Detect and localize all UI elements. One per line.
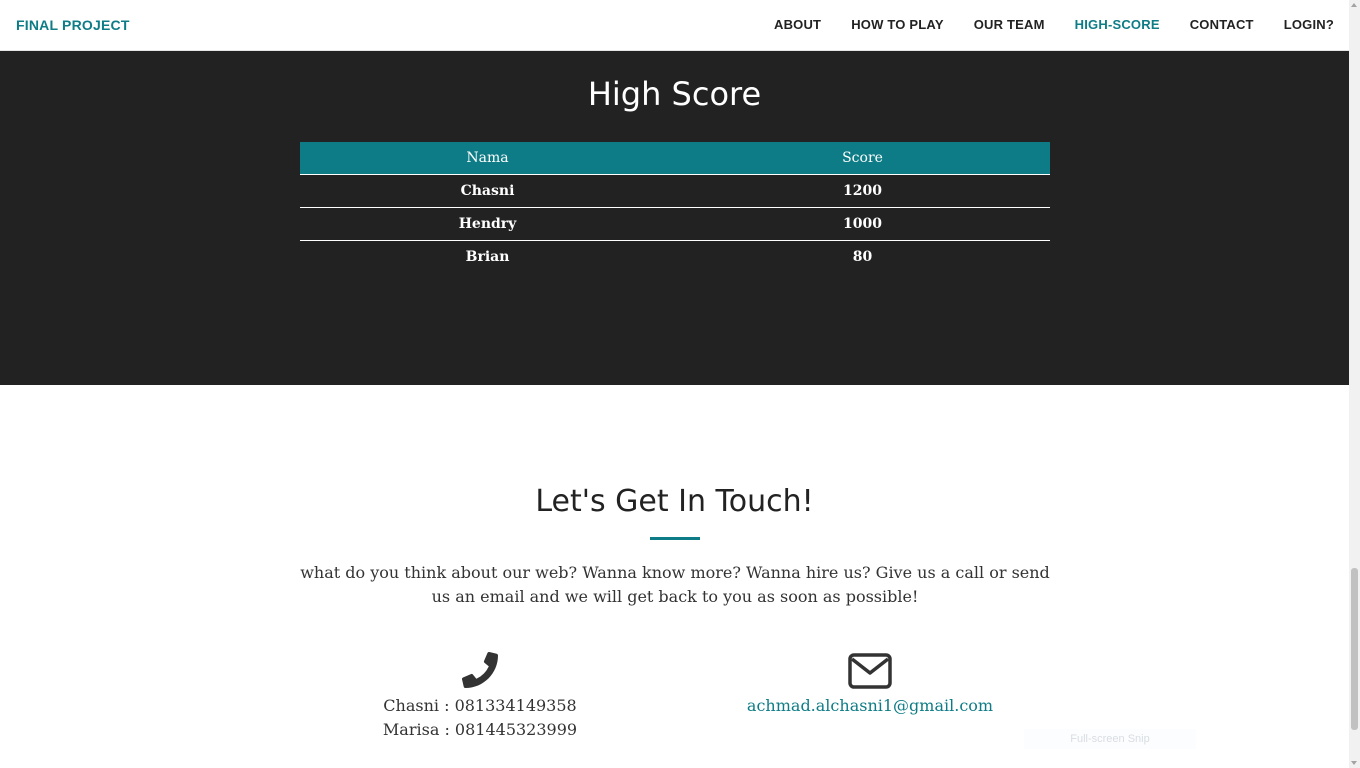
player-score: 1200 (675, 174, 1050, 208)
nav-link-about[interactable]: ABOUT (774, 17, 821, 32)
high-score-section: High Score Nama Score Chasni 1200 Hendry… (0, 51, 1349, 385)
high-score-title: High Score (587, 75, 762, 113)
phone-icon (462, 652, 498, 688)
column-header-score: Score (675, 142, 1050, 175)
high-score-table: Nama Score Chasni 1200 Hendry 1000 Brian… (300, 142, 1050, 273)
player-name: Brian (465, 249, 510, 265)
nav-link-high-score[interactable]: HIGH-SCORE (1075, 17, 1160, 32)
email-link[interactable]: achmad.alchasni1@gmail.com (720, 694, 1020, 718)
scroll-thumb[interactable] (1351, 568, 1358, 730)
contact-title: Let's Get In Touch! (535, 484, 814, 519)
envelope-icon (848, 653, 892, 689)
phone-block: Chasni : 081334149358 Marisa : 081445323… (330, 652, 630, 742)
table-row: Chasni 1200 (300, 174, 1050, 208)
scroll-down-arrow-icon[interactable] (1351, 761, 1357, 765)
brand-link[interactable]: FINAL PROJECT (16, 17, 130, 33)
table-row: Brian 80 (300, 241, 1050, 274)
title-divider (650, 537, 700, 540)
table-row: Hendry 1000 (300, 207, 1050, 241)
player-name: Chasni (300, 174, 675, 208)
column-header-name: Nama (300, 142, 675, 175)
phone-number-chasni: Chasni : 081334149358 (383, 696, 577, 715)
email-block: achmad.alchasni1@gmail.com (720, 652, 1020, 718)
player-name: Hendry (300, 207, 675, 241)
nav-links: ABOUT HOW TO PLAY OUR TEAM HIGH-SCORE CO… (744, 17, 1334, 32)
phone-number-marisa: Marisa : 081445323999 (382, 720, 578, 739)
table-header-row: Nama Score (300, 142, 1050, 175)
player-score: 1000 (675, 207, 1050, 241)
nav-link-login[interactable]: LOGIN? (1284, 17, 1334, 32)
nav-link-contact[interactable]: CONTACT (1190, 17, 1254, 32)
navbar: FINAL PROJECT ABOUT HOW TO PLAY OUR TEAM… (0, 0, 1349, 51)
scroll-up-arrow-icon[interactable] (1351, 3, 1357, 7)
snip-overlay: Full-screen Snip (1024, 729, 1196, 749)
nav-link-our-team[interactable]: OUR TEAM (974, 17, 1045, 32)
contact-description: what do you think about our web? Wanna k… (300, 563, 1050, 606)
player-score: 80 (852, 249, 873, 265)
page-scrollbar[interactable] (1349, 0, 1360, 768)
nav-link-how-to-play[interactable]: HOW TO PLAY (851, 17, 944, 32)
